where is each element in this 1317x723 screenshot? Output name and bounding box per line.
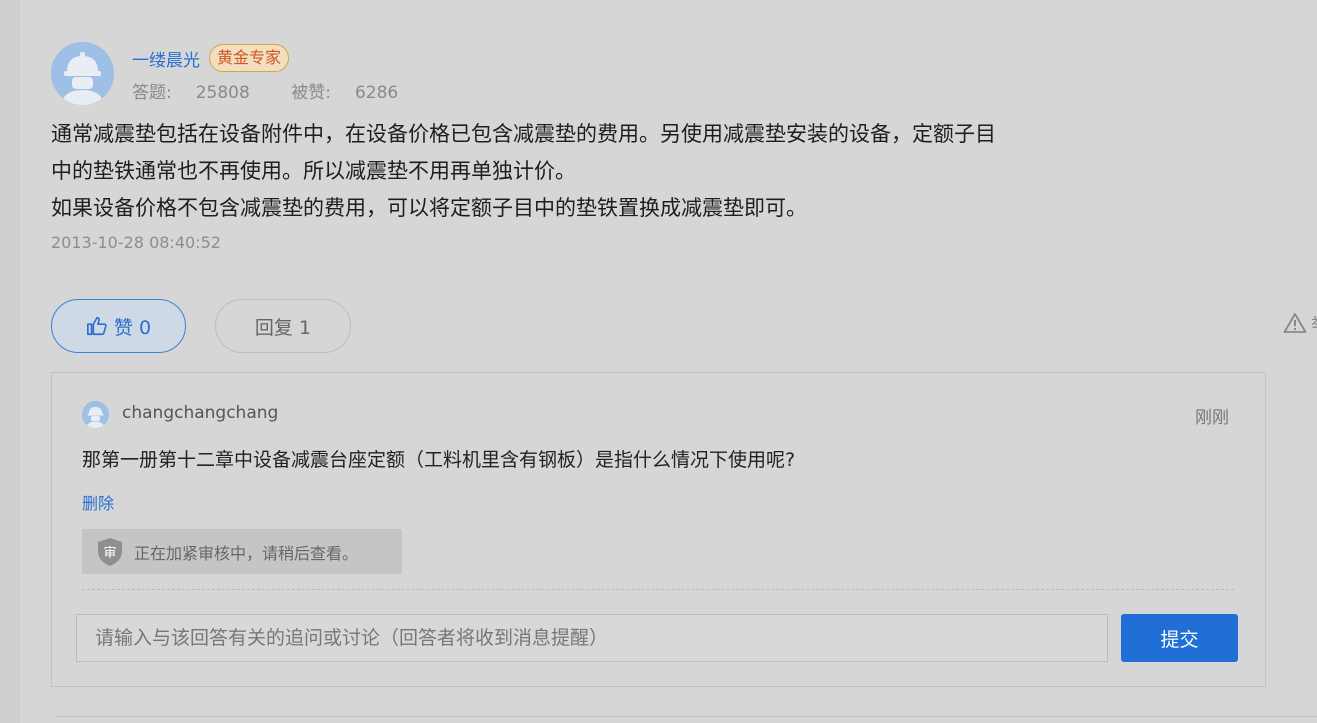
followup-input[interactable]: [76, 614, 1108, 662]
answerer-name[interactable]: 一缕晨光: [132, 46, 200, 71]
user-avatar[interactable]: [51, 42, 114, 105]
thread-divider: [82, 589, 1234, 590]
like-label: 赞 0: [113, 316, 152, 339]
worker-avatar-icon: [51, 42, 114, 105]
expert-badge: 黄金专家: [209, 44, 290, 72]
answer-timestamp: 2013-10-28 08:40:52: [51, 233, 221, 252]
worker-avatar-icon: [82, 401, 109, 428]
likes-stat: 被赞: 6286: [291, 83, 416, 103]
report-button[interactable]: 举: [1283, 310, 1317, 335]
user-stats: 答题: 25808 被赞: 6286: [132, 78, 434, 103]
commenter-avatar[interactable]: [82, 401, 109, 428]
answer-body: 通常减震垫包括在设备附件中，在设备价格已包含减震垫的费用。另使用减震垫安装的设备…: [51, 116, 1151, 227]
review-notice: 审 正在加紧审核中，请稍后查看。: [82, 529, 402, 574]
review-notice-text: 正在加紧审核中，请稍后查看。: [134, 543, 359, 563]
comment-text: 那第一册第十二章中设备减震台座定额（工料机里含有钢板）是指什么情况下使用呢?: [82, 449, 796, 471]
answers-count: 25808: [195, 83, 250, 103]
review-shield-icon: 审: [98, 537, 122, 566]
answers-label: 答题:: [132, 83, 172, 103]
likes-label: 被赞:: [291, 83, 331, 103]
commenter-name[interactable]: changchangchang: [122, 403, 278, 423]
answer-paragraph: 中的垫铁通常也不再使用。所以减震垫不用再单独计价。: [51, 159, 576, 183]
bottom-divider: [55, 716, 1317, 717]
reply-label: 回复 1: [254, 316, 312, 339]
submit-button[interactable]: 提交: [1121, 614, 1238, 662]
warning-icon: [1283, 312, 1307, 333]
review-icon-char: 审: [103, 546, 116, 561]
left-gutter: [0, 0, 20, 723]
report-label: 举: [1311, 310, 1317, 335]
reply-button[interactable]: 回复 1: [215, 299, 351, 353]
comment-time: 刚刚: [1195, 408, 1229, 428]
thumbs-up-icon: [86, 316, 107, 336]
answer-paragraph: 如果设备价格不包含减震垫的费用，可以将定额子目中的垫铁置换成减震垫即可。: [51, 196, 807, 220]
comment-thread: changchangchang 刚刚 那第一册第十二章中设备减震台座定额（工料机…: [51, 372, 1266, 687]
likes-count: 6286: [354, 83, 399, 103]
answer-paragraph: 通常减震垫包括在设备附件中，在设备价格已包含减震垫的费用。另使用减震垫安装的设备…: [51, 122, 996, 146]
answers-stat: 答题: 25808: [132, 83, 268, 103]
like-button[interactable]: 赞 0: [51, 299, 186, 353]
delete-link[interactable]: 删除: [82, 490, 114, 514]
